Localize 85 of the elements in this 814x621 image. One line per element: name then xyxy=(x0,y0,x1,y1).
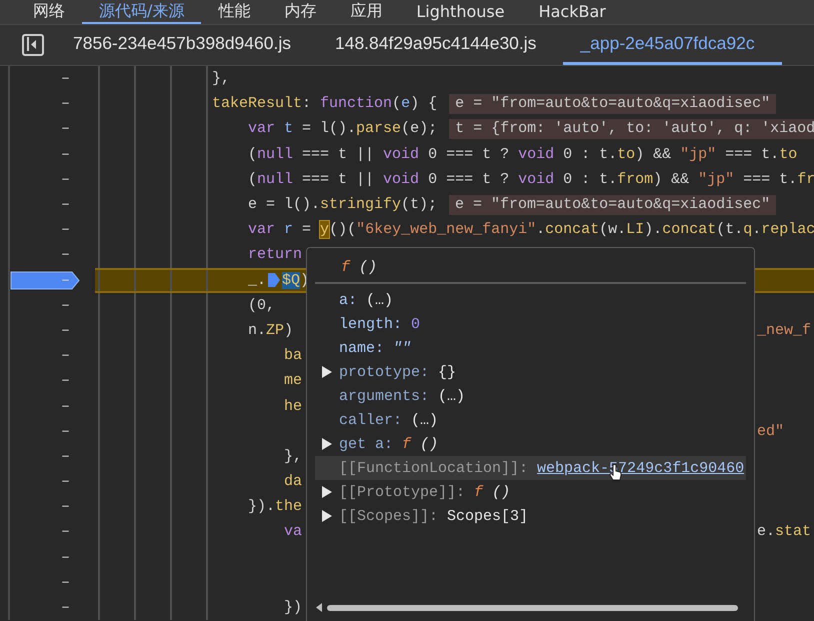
property-entry: name: "" xyxy=(339,340,412,356)
panel-tab[interactable]: 性能 xyxy=(201,0,268,24)
property-entry: length: 0 xyxy=(339,316,420,332)
property-entry: [[Prototype]]: f () xyxy=(339,484,510,500)
line-number: – xyxy=(60,272,70,289)
line-number: – xyxy=(60,574,70,591)
inline-value: e = "from=auto&to=auto&q=xiaodisec" xyxy=(449,94,776,114)
code-line: }, xyxy=(212,69,230,90)
property-row[interactable]: caller: (…) xyxy=(315,408,746,432)
line-number: – xyxy=(60,398,70,415)
code-line: n.ZP) xyxy=(248,320,294,341)
line-number: – xyxy=(60,599,70,616)
code-line: me xyxy=(284,371,302,392)
line-number: – xyxy=(60,422,70,440)
property-entry: a: (…) xyxy=(339,292,394,308)
code-line: va xyxy=(284,522,302,542)
property-key: [[FunctionLocation]]: xyxy=(339,460,538,476)
scrollbar-thumb[interactable] xyxy=(327,604,738,610)
panel-tab[interactable]: HackBar xyxy=(522,0,623,24)
property-row[interactable]: prototype: {} xyxy=(315,360,746,384)
code-line: return xyxy=(248,245,302,266)
property-row[interactable]: [[Prototype]]: f () xyxy=(315,480,746,504)
code-line: }).the xyxy=(248,497,302,518)
panel-tab[interactable]: 网络 xyxy=(16,0,82,24)
step-marker-icon[interactable] xyxy=(267,272,282,288)
property-entry: caller: (…) xyxy=(339,412,438,428)
code-line: }, xyxy=(284,446,302,467)
code-line: _. xyxy=(248,270,266,291)
line-number: – xyxy=(60,246,70,264)
line-number: – xyxy=(60,498,70,516)
property-entry: prototype: {} xyxy=(339,364,456,380)
line-number: – xyxy=(60,322,70,339)
code-line: ed" xyxy=(756,422,786,440)
property-row[interactable]: get a: f () xyxy=(315,432,746,456)
breakpoint-marker[interactable] xyxy=(10,270,80,290)
code-line: he xyxy=(284,396,302,417)
line-number: – xyxy=(60,347,70,364)
line-number: – xyxy=(60,70,70,88)
line-number: – xyxy=(60,146,70,163)
code-line: (null === t || void 0 === t ? void 0 : t.to) && "jp" === t.to xyxy=(248,144,798,165)
inline-value: t = {from: 'auto', to: 'auto', q: 'xiaod xyxy=(449,118,814,139)
line-number: – xyxy=(60,523,70,540)
line-number: – xyxy=(60,448,70,465)
property-entry: get a: f () xyxy=(339,436,438,452)
panel-tab[interactable]: Lighthouse xyxy=(399,0,522,24)
code-line: e.stat xyxy=(756,523,812,540)
property-row[interactable]: name: "" xyxy=(315,336,746,360)
line-number: – xyxy=(60,120,70,138)
code-line: (null === t || void 0 === t ? void 0 : t.from) && "jp" === t.fr xyxy=(248,170,814,190)
expand-triangle-icon[interactable] xyxy=(322,486,332,498)
line-number: – xyxy=(60,221,70,238)
code-line: var t = l().parse(e); xyxy=(248,119,438,140)
inline-value: e = "from=auto&to=auto&q=xiaodisec" xyxy=(449,194,776,215)
line-number: – xyxy=(60,372,70,390)
property-entry: arguments: (…) xyxy=(339,388,466,404)
popover-title: f () xyxy=(315,256,746,284)
property-row[interactable]: a: (…) xyxy=(315,288,746,312)
property-row[interactable]: [[Scopes]]: Scopes[3] xyxy=(315,504,746,528)
code-line: (0, xyxy=(248,296,276,316)
panel-tab[interactable]: 应用 xyxy=(333,0,400,24)
property-row[interactable]: length: 0 xyxy=(315,312,746,336)
code-line: e = l().stringify(t); xyxy=(248,195,438,216)
file-tab[interactable]: 148.84f29a95c4144e30.js xyxy=(318,25,564,65)
line-number: – xyxy=(60,473,70,490)
line-number: – xyxy=(60,548,70,566)
expand-triangle-icon[interactable] xyxy=(322,438,332,450)
line-number: – xyxy=(60,296,70,314)
scroll-left-arrow-icon[interactable] xyxy=(315,603,323,612)
code-line: takeResult: function(e) { xyxy=(212,94,438,114)
expand-triangle-icon[interactable] xyxy=(322,510,332,522)
property-entry: [[Scopes]]: Scopes[3] xyxy=(339,508,528,524)
code-line: da xyxy=(284,472,302,492)
sidebar-toggle-icon[interactable] xyxy=(22,34,44,56)
file-tab[interactable]: _app-2e45a07fdca92c xyxy=(563,25,782,65)
panel-tab[interactable]: 内存 xyxy=(267,0,334,24)
line-number: – xyxy=(60,196,70,214)
expand-triangle-icon[interactable] xyxy=(322,366,332,378)
property-row[interactable]: arguments: (…) xyxy=(315,384,746,408)
line-number: – xyxy=(60,170,70,188)
code-line: var r = y()("6key_web_new_fanyi".concat(w.LI).concat(t.q.replac xyxy=(248,220,814,240)
code-line: }) xyxy=(284,598,302,618)
line-number: – xyxy=(60,95,70,112)
code-line: _new_f xyxy=(756,322,812,339)
code-line: ba xyxy=(284,346,302,366)
file-tab[interactable]: 7856-234e457b398d9460.js xyxy=(56,25,318,65)
